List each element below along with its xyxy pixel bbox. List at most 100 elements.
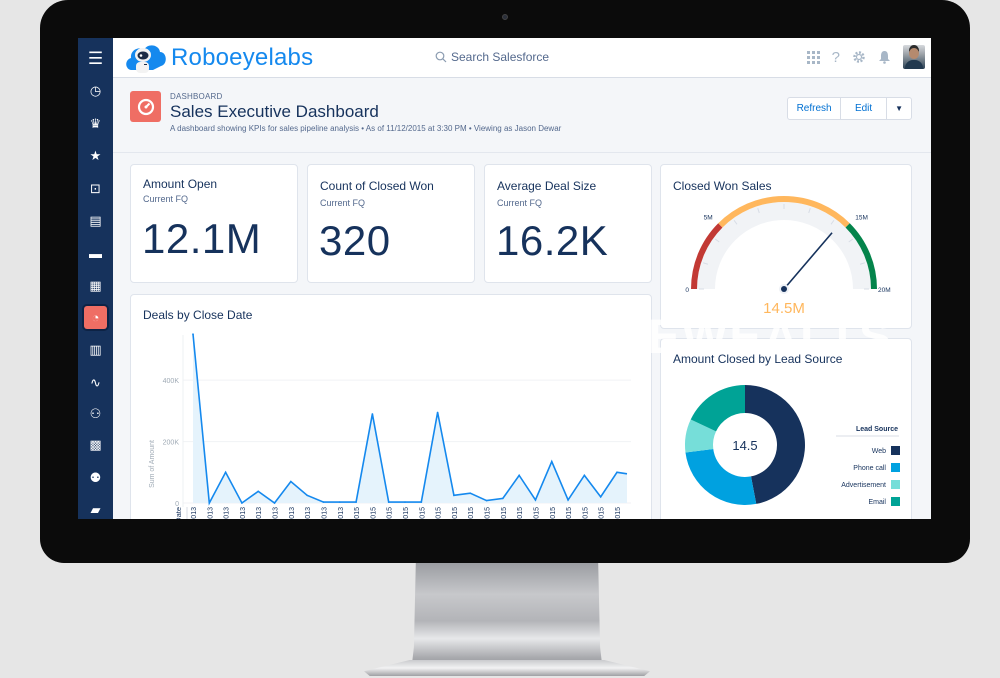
area-fill <box>193 334 627 503</box>
x-tick-label: 17/04/2013 <box>256 507 263 519</box>
x-tick-label: 27/05/2013 <box>338 507 345 519</box>
search-icon <box>435 51 447 63</box>
sidebar-item-menu[interactable]: ☰ <box>84 47 107 70</box>
sidebar-item-calendar[interactable]: ▩ <box>84 433 107 456</box>
data-point <box>290 480 292 483</box>
global-search-input[interactable]: Search Salesforce <box>435 50 549 64</box>
legend-swatch <box>891 446 900 455</box>
donut-center-label: 14.5 <box>732 438 757 453</box>
data-point <box>616 471 618 474</box>
gauge-card-closed-won-sales[interactable]: Closed Won Sales 0 5M 15M 20M 14.5M <box>660 164 912 329</box>
x-tick-label: 6/06/2015 <box>403 507 410 519</box>
sidebar-item-folder[interactable]: ▬ <box>84 242 107 265</box>
sidebar-item-clock[interactable]: ◷ <box>84 79 107 102</box>
data-point <box>192 333 194 335</box>
legend-title: Lead Source <box>856 426 898 433</box>
x-tick-label: 8/07/2015 <box>452 507 459 519</box>
webcam <box>502 14 508 20</box>
brand-name: Roboeyelabs <box>171 44 314 71</box>
data-point <box>550 460 553 463</box>
refresh-button[interactable]: Refresh <box>788 98 842 119</box>
robot-cloud-logo-icon[interactable] <box>123 40 167 74</box>
sidebar-nav: ☰ ◷ ♛ ★ ⊡ ▤ ▬ ▦ ◔ ▥ ∿ ⚇ ▩ ⚉ ▰ <box>78 38 113 519</box>
edit-button[interactable]: Edit <box>841 98 888 119</box>
x-tick-label: 20/08/2015 <box>485 507 492 519</box>
data-point <box>371 413 374 415</box>
legend-swatch <box>891 480 900 489</box>
calendar-chart-icon: ▦ <box>89 277 102 293</box>
settings-gear-icon[interactable] <box>852 50 866 64</box>
kpi-subtitle: Current FQ <box>320 198 366 208</box>
data-point <box>257 490 260 493</box>
gauge-tick-label: 5M <box>704 215 713 222</box>
data-point <box>502 497 504 500</box>
sidebar-item-briefcase[interactable]: ▰ <box>84 498 107 519</box>
sidebar-item-dashboard[interactable]: ◔ <box>84 306 107 329</box>
x-tick-label: 30/08/2015 <box>533 507 540 519</box>
kpi-card-count-closed-won[interactable]: Count of Closed Won Current FQ 320 <box>307 164 475 283</box>
legend-label: Advertisement <box>841 482 886 489</box>
sidebar-item-notepad[interactable]: ▤ <box>84 209 107 232</box>
chart-card-deals-by-close-date[interactable]: Deals by Close Date 0 200K 400K Sum of Amou… <box>130 294 652 519</box>
search-placeholder: Search Salesforce <box>451 50 550 64</box>
monitor-stand <box>412 563 602 664</box>
data-point <box>518 474 520 477</box>
x-tick-label: 17/09/2015 <box>550 507 557 519</box>
data-point <box>485 499 488 502</box>
help-icon[interactable]: ? <box>832 49 840 66</box>
user-avatar[interactable] <box>903 45 925 69</box>
monitor-stand-base <box>364 660 650 676</box>
x-tick-label: 29/08/2015 <box>517 507 524 519</box>
data-point <box>224 471 227 474</box>
data-point <box>322 501 325 503</box>
kpi-card-average-deal-size[interactable]: Average Deal Size Current FQ 16.2K <box>484 164 652 283</box>
deals-line-chart: 0 200K 400K Sum of Amount 14/02/2013 24/02/20… <box>149 333 631 519</box>
x-tick-label: 29/03/2013 <box>240 507 247 519</box>
data-point <box>534 499 537 501</box>
x-tick-label: 30/07/2015 <box>468 507 475 519</box>
chart-card-amount-by-lead-source[interactable]: Amount Closed by Lead Source 14.5 Lead So… <box>660 338 912 519</box>
monitor-mockup: ☰ ◷ ♛ ★ ⊡ ▤ ▬ ▦ ◔ ▥ ∿ ⚇ ▩ ⚉ ▰ Roboeyelabs Search Sales… <box>0 0 1000 678</box>
sidebar-item-groups[interactable]: ⚇ <box>84 402 107 425</box>
data-point <box>273 502 276 504</box>
notifications-bell-icon[interactable] <box>878 50 891 64</box>
sidebar-item-calendar-chart[interactable]: ▦ <box>84 274 107 297</box>
sidebar-item-star-person[interactable]: ★ <box>84 144 107 167</box>
menu-icon: ☰ <box>87 48 104 68</box>
kpi-value: 320 <box>319 217 391 264</box>
sidebar-item-crown[interactable]: ♛ <box>84 112 107 135</box>
x-tick-label: 23/09/2015 <box>582 507 589 519</box>
gauge-chart: 0 5M 15M 20M 14.5M <box>685 196 891 317</box>
x-tick-label: 10/01/2015 <box>354 507 361 519</box>
data-point <box>387 501 390 503</box>
x-tick-label: 17/05/2013 <box>305 507 312 519</box>
kpi-card-amount-open[interactable]: Amount Open Current FQ 12.1M <box>130 164 298 283</box>
data-point <box>599 496 602 498</box>
y-tick-label: 200K <box>163 440 180 447</box>
data-point <box>453 494 455 497</box>
report-icon: ▥ <box>89 341 102 357</box>
kpi-title: Average Deal Size <box>497 179 597 193</box>
data-point <box>355 501 357 503</box>
data-point <box>208 502 211 504</box>
app-launcher-icon[interactable] <box>806 50 820 64</box>
sidebar-item-inbox[interactable]: ⊡ <box>84 177 107 200</box>
legend-label: Phone call <box>853 465 886 472</box>
more-actions-dropdown-icon[interactable]: ▼ <box>887 98 911 119</box>
x-tick-label: 3/06/2015 <box>370 507 377 519</box>
sidebar-item-pulse[interactable]: ∿ <box>84 371 107 394</box>
data-point <box>469 492 472 494</box>
global-header: Roboeyelabs Search Salesforce ? <box>113 38 931 78</box>
app-screen: ☰ ◷ ♛ ★ ⊡ ▤ ▬ ▦ ◔ ▥ ∿ ⚇ ▩ ⚉ ▰ Roboeyelabs Search Sales… <box>78 38 931 519</box>
clock-icon: ◷ <box>89 82 102 98</box>
data-point <box>404 501 406 503</box>
groups-icon: ⚇ <box>89 405 102 421</box>
x-tick-label: 20/10/2015 <box>599 507 606 519</box>
data-point <box>306 494 308 497</box>
sidebar-item-people[interactable]: ⚉ <box>84 466 107 489</box>
sidebar-item-report[interactable]: ▥ <box>84 338 107 361</box>
x-axis-label: Close Date <box>174 507 183 519</box>
page-subtitle: A dashboard showing KPIs for sales pipel… <box>170 124 562 133</box>
x-tick-label: 25/08/2015 <box>501 507 508 519</box>
page-actions: Refresh Edit ▼ <box>787 97 912 120</box>
